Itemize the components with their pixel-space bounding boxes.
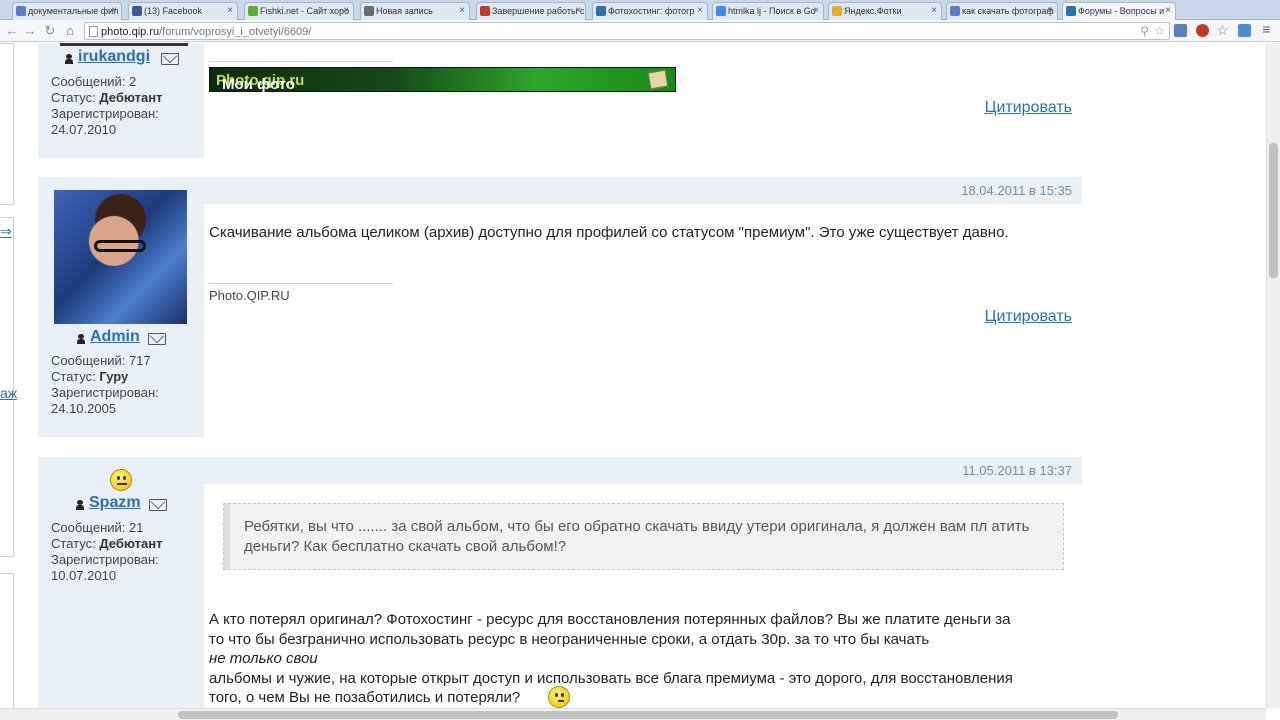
- horizontal-scrollbar[interactable]: [0, 708, 1266, 720]
- user-icon: [77, 334, 85, 344]
- send-message-icon[interactable]: [161, 53, 179, 65]
- user-icon: [76, 500, 84, 510]
- username-link[interactable]: Spazm: [89, 494, 141, 512]
- tab-favicon-icon: [364, 6, 374, 16]
- avatar-glasses: [94, 240, 146, 252]
- post-line: то что бы безгранично использовать ресур…: [209, 630, 930, 648]
- tab-close-icon[interactable]: ×: [813, 5, 819, 16]
- user-info: Сообщений: 21 Статус: Дебютант Зарегистр…: [51, 520, 163, 583]
- post-line: альбомы и чужие, на которые открыт досту…: [209, 669, 1013, 687]
- quote-button[interactable]: Цитировать: [985, 308, 1072, 326]
- post-body: А кто потерял оригинал? Фотохостинг - ре…: [209, 610, 1079, 708]
- tab-favicon-icon: [832, 6, 842, 16]
- browser-tab[interactable]: документальные фил ×: [12, 2, 122, 20]
- post-signature: Photo.QIP.RU: [209, 288, 290, 303]
- left-panel-edge: [0, 573, 14, 708]
- browser-tab[interactable]: htmlka lj - Поиск в Go ×: [712, 2, 824, 20]
- tab-close-icon[interactable]: ×: [459, 5, 465, 16]
- extension-star-icon[interactable]: ☆: [1216, 22, 1229, 38]
- home-icon[interactable]: ⌂: [62, 23, 78, 38]
- tab-close-icon[interactable]: ×: [111, 5, 117, 16]
- post-line-italic: не только свои: [209, 650, 318, 667]
- thinking-smiley-icon: [548, 686, 570, 708]
- bookmark-star-icon[interactable]: ☆: [1154, 24, 1165, 38]
- post-date: 18.04.2011 в 15:35: [961, 183, 1072, 198]
- left-panel-edge: [0, 43, 14, 205]
- send-message-icon[interactable]: [149, 499, 167, 511]
- browser-tab[interactable]: как скачать фотограф ×: [946, 2, 1058, 20]
- user-info: Сообщений: 717 Статус: Гуру Зарегистриро…: [51, 353, 159, 416]
- tab-favicon-icon: [480, 6, 490, 16]
- tab-favicon-icon: [16, 6, 26, 16]
- tab-close-icon[interactable]: ×: [227, 5, 233, 16]
- left-arrow-link[interactable]: ⇒: [0, 223, 12, 240]
- browser-tab[interactable]: Новая запись ×: [360, 2, 470, 20]
- address-url: photo.qip.ru/forum/voprosyi_i_otvetyi/66…: [101, 26, 312, 38]
- avatar: [54, 190, 187, 324]
- extension-flag-icon[interactable]: [1174, 24, 1187, 37]
- photo-stack-icon: [647, 69, 669, 90]
- browser-tab-bar: документальные фил × (13) Facebook × Fishk…: [0, 0, 1280, 20]
- forward-icon[interactable]: →: [22, 23, 38, 38]
- scroll-thumb[interactable]: [178, 711, 1118, 719]
- left-text-link[interactable]: аж: [0, 385, 17, 401]
- browser-tab[interactable]: Завершение работы с ×: [476, 2, 586, 20]
- signature-divider: [209, 283, 393, 284]
- user-icon: [65, 54, 73, 64]
- back-icon[interactable]: ←: [4, 23, 20, 38]
- tab-close-icon[interactable]: ×: [1165, 5, 1171, 16]
- tab-close-icon[interactable]: ×: [1047, 5, 1053, 16]
- tab-favicon-icon: [596, 6, 606, 16]
- tab-close-icon[interactable]: ×: [697, 5, 703, 16]
- post-body: Скачивание альбома целиком (архив) досту…: [209, 224, 1009, 241]
- send-message-icon[interactable]: [148, 333, 166, 345]
- extension-icon[interactable]: [1238, 24, 1251, 37]
- page-viewport: ⇒ аж irukandgi Сообщений: 2 Статус: Дебю…: [0, 43, 1266, 708]
- avatar-bottom-edge: [60, 43, 188, 46]
- browser-tab[interactable]: (13) Facebook ×: [128, 2, 238, 20]
- photo-qip-banner[interactable]: Мои фото на Photo.qip.ru: [209, 67, 676, 110]
- browser-tab[interactable]: Fishki.net - Сайт хоро ×: [244, 2, 354, 20]
- menu-icon[interactable]: ≡: [1260, 21, 1273, 37]
- vertical-scrollbar[interactable]: [1266, 43, 1280, 708]
- user-info: Сообщений: 2 Статус: Дебютант Зарегистри…: [51, 74, 163, 137]
- browser-toolbar: ← → ↻ ⌂ photo.qip.ru/forum/voprosyi_i_ot…: [0, 20, 1280, 42]
- tab-favicon-icon: [132, 6, 142, 16]
- page-icon: [89, 26, 98, 37]
- banner-text: Мои фото на Photo.qip.ru: [216, 72, 305, 110]
- signature-divider: [209, 61, 393, 62]
- quoted-text: Ребятки, вы что ....... за свой альбом, …: [244, 518, 1030, 555]
- post-line: А кто потерял оригинал? Фотохостинг - ре…: [209, 611, 1011, 628]
- tab-favicon-icon: [716, 6, 726, 16]
- neutral-smiley-icon: [110, 469, 132, 491]
- tab-favicon-icon: [950, 6, 960, 16]
- extension-opera-icon[interactable]: [1196, 24, 1209, 37]
- scroll-thumb[interactable]: [1269, 143, 1278, 278]
- post-date: 11.05.2011 в 13:37: [962, 463, 1072, 478]
- reload-icon[interactable]: ↻: [42, 23, 58, 39]
- username-link[interactable]: Admin: [90, 328, 140, 346]
- tab-close-icon[interactable]: ×: [575, 5, 581, 16]
- browser-tab[interactable]: Фотохостинг: фотогр ×: [592, 2, 708, 20]
- quoted-message: Ребятки, вы что ....... за свой альбом, …: [223, 503, 1064, 570]
- username-link[interactable]: irukandgi: [78, 48, 150, 66]
- quote-button[interactable]: Цитировать: [985, 99, 1072, 117]
- tab-close-icon[interactable]: ×: [343, 5, 349, 16]
- address-bar[interactable]: photo.qip.ru/forum/voprosyi_i_otvetyi/66…: [84, 22, 1170, 40]
- browser-tab[interactable]: Яндекс.Фотки ×: [828, 2, 942, 20]
- tab-favicon-icon: [248, 6, 258, 16]
- zoom-icon[interactable]: ⚲: [1140, 24, 1149, 38]
- browser-tab-active[interactable]: Форумы - Вопросы и ×: [1062, 2, 1176, 20]
- tab-favicon-icon: [1066, 6, 1076, 16]
- tab-close-icon[interactable]: ×: [931, 5, 937, 16]
- post-line: того, о чем Вы не позаботились и потерял…: [209, 689, 521, 706]
